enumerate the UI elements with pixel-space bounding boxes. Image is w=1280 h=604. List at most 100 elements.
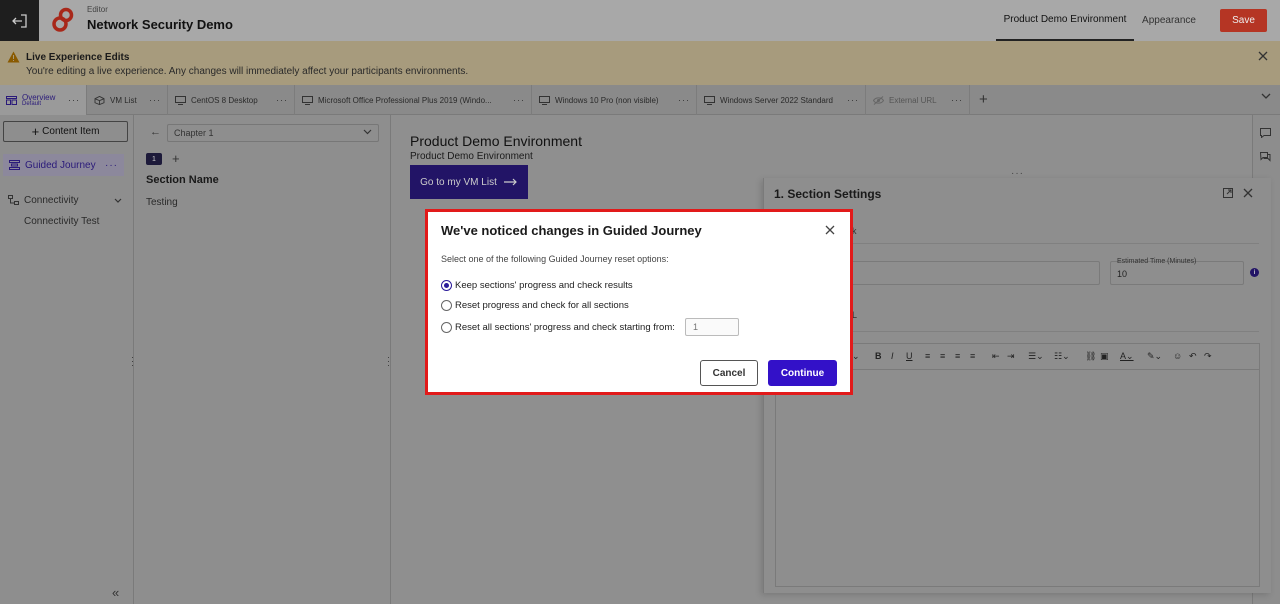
italic-icon[interactable]: I [891,351,894,361]
tab-overview[interactable]: Overview Default ··· [0,85,87,115]
sidebar-item-guided-journey[interactable]: Guided Journey ··· [3,154,124,176]
add-content-item-button[interactable]: + Content Item [3,121,128,142]
image-icon[interactable]: ▣ [1100,351,1109,362]
tab-menu-icon[interactable]: ··· [951,95,963,105]
banner-title: Live Experience Edits [26,52,130,63]
banner-text: You're editing a live experience. Any ch… [26,66,469,77]
option-label: Reset progress and check for all section… [455,300,629,311]
preview-title: Product Demo Environment [410,133,582,149]
tab-label: Windows 10 Pro (non visible) [555,95,659,105]
radio-selected[interactable] [441,280,452,291]
save-button[interactable]: Save [1220,9,1267,32]
tab-label: Windows Server 2022 Standard [720,95,833,105]
tab-vm-list[interactable]: VM List ··· [88,85,168,115]
option-keep-progress[interactable]: Keep sections' progress and check result… [441,280,633,291]
cancel-button[interactable]: Cancel [700,360,758,386]
project-title: Network Security Demo [87,17,233,32]
chat-icon[interactable] [1260,152,1271,162]
banner-close-icon[interactable] [1258,51,1268,61]
resize-handle[interactable]: · · · [131,353,134,370]
align-justify-icon[interactable]: ≡ [970,351,975,361]
outdent-icon[interactable]: ⇤ [992,351,1000,362]
align-right-icon[interactable]: ≡ [955,351,960,361]
dialog-close-icon[interactable] [825,225,835,235]
tab-menu-icon[interactable]: ··· [149,95,161,105]
align-center-icon[interactable]: ≡ [940,351,945,361]
tab-microsoft-office[interactable]: Microsoft Office Professional Plus 2019 … [296,85,532,115]
preview-subtitle: Product Demo Environment [410,151,533,162]
guided-journey-icon [9,160,20,170]
comment-icon[interactable] [1260,128,1271,138]
option-reset-from[interactable]: Reset all sections' progress and check s… [441,322,675,333]
option-reset-all[interactable]: Reset progress and check for all section… [441,300,629,311]
drag-handle-icon[interactable]: ··· [1011,168,1024,179]
undo-icon[interactable]: ↶ [1189,351,1197,362]
connectivity-icon [8,195,19,205]
chevron-down-icon[interactable] [1261,93,1271,99]
overview-icon [6,95,17,105]
highlight-icon[interactable]: ✎⌄ [1147,351,1162,362]
add-section-plus-icon[interactable]: + [172,151,180,166]
tab-appearance[interactable]: Appearance [1138,0,1200,41]
font-color-icon[interactable]: A⌄ [1120,351,1134,362]
go-to-vm-list-button[interactable]: Go to my VM List [410,165,528,199]
back-arrow-icon[interactable]: ← [150,126,161,138]
button-label: Go to my VM List [420,176,497,188]
add-tab-plus-icon[interactable]: + [979,91,988,108]
exit-button[interactable] [0,0,39,41]
chevron-down-icon[interactable] [114,198,122,203]
tab-menu-icon[interactable]: ··· [678,95,690,105]
monitor-icon [704,95,715,105]
resize-handle[interactable]: · · · [387,353,390,370]
tab-label: External URL [889,95,937,105]
chapter-select-value: Chapter 1 [174,128,214,138]
emoji-icon[interactable]: ☺ [1173,351,1182,361]
chevron-down-icon[interactable]: ⌄ [852,351,860,362]
tab-menu-icon[interactable]: ··· [513,95,525,105]
reset-from-section-input[interactable] [685,318,739,336]
redo-icon[interactable]: ↷ [1204,351,1212,362]
monitor-icon [175,95,186,105]
sidebar-item-connectivity[interactable]: Connectivity [3,191,128,209]
dialog-instruction: Select one of the following Guided Journ… [441,254,669,264]
info-icon[interactable]: i [1250,268,1259,277]
estimated-time-label: Estimated Time (Minutes) [1117,258,1197,265]
estimated-time-value: 10 [1117,269,1128,279]
continue-button[interactable]: Continue [768,360,837,386]
live-edit-banner [0,41,1280,85]
tab-label: Microsoft Office Professional Plus 2019 … [318,95,492,105]
sidebar-item-label: Connectivity [24,194,79,206]
chevron-down-icon [363,129,372,135]
chapter-select[interactable]: Chapter 1 [167,124,379,142]
editor-label: Editor [87,5,108,14]
rich-text-editor[interactable] [775,369,1260,587]
numbered-list-icon[interactable]: ☷⌄ [1054,351,1070,362]
bold-icon[interactable]: B [875,351,882,361]
section-name-header: Section Name [146,174,219,186]
sidebar-item-connectivity-test[interactable]: Connectivity Test [24,216,99,227]
brand-logo-icon [50,7,76,33]
indent-icon[interactable]: ⇥ [1007,351,1015,362]
sidebar-item-label: Guided Journey [25,159,96,171]
collapse-sidebar-icon[interactable]: « [112,585,119,600]
tab-windows-server-2022[interactable]: Windows Server 2022 Standard ··· [698,85,866,115]
bullet-list-icon[interactable]: ☰⌄ [1028,351,1044,362]
tab-windows-10-pro[interactable]: Windows 10 Pro (non visible) ··· [533,85,697,115]
close-icon[interactable] [1243,188,1253,198]
align-left-icon[interactable]: ≡ [925,351,930,361]
expand-icon[interactable] [1223,188,1233,198]
underline-icon[interactable]: U [906,351,913,361]
tab-product-demo-environment[interactable]: Product Demo Environment [996,0,1134,41]
section-number-badge[interactable]: 1 [146,153,162,165]
item-menu-icon[interactable]: ··· [105,160,118,171]
tab-external-url[interactable]: External URL ··· [867,85,970,115]
tab-menu-icon[interactable]: ··· [276,95,288,105]
tab-menu-icon[interactable]: ··· [68,95,80,105]
radio[interactable] [441,300,452,311]
tab-menu-icon[interactable]: ··· [847,95,859,105]
radio[interactable] [441,322,452,333]
section-item[interactable]: Testing [146,197,178,208]
tab-centos-8-desktop[interactable]: CentOS 8 Desktop ··· [169,85,295,115]
dialog-title: We've noticed changes in Guided Journey [441,223,702,238]
link-icon[interactable]: ⛓ [1085,351,1096,362]
